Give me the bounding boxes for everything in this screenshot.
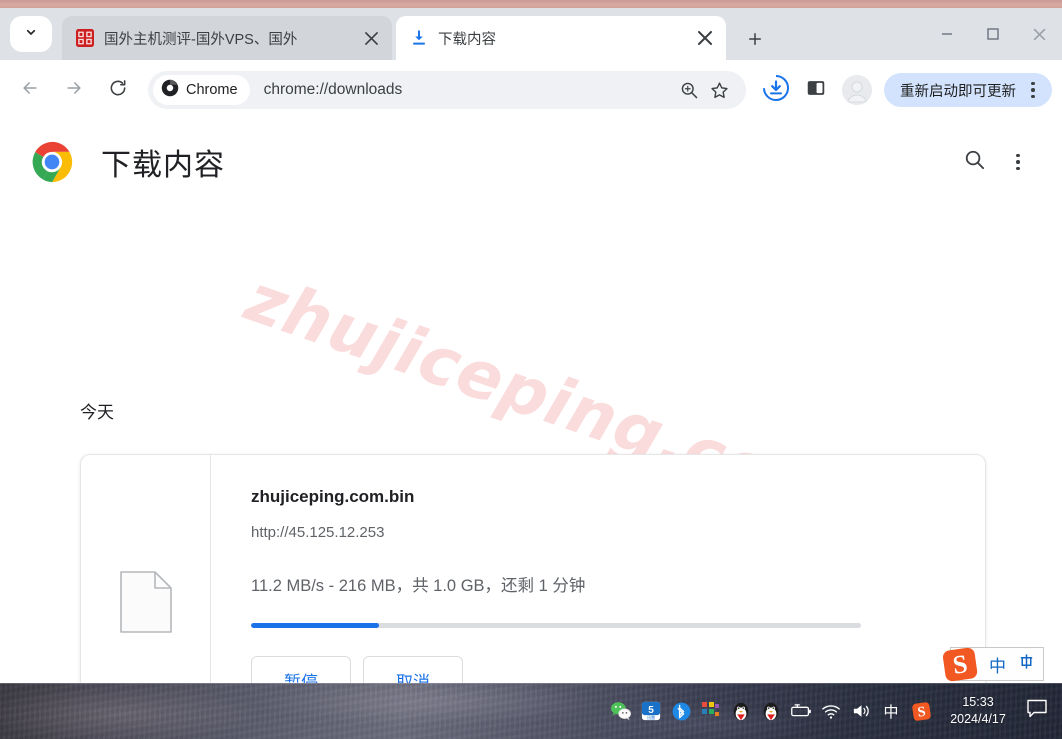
taskbar: 5 迅雷 中 S 15:33 2024/4/17 xyxy=(0,683,1062,739)
ime-mode-chinese[interactable]: 中 xyxy=(989,652,1006,677)
qq-icon[interactable] xyxy=(756,683,786,739)
zoom-in-icon[interactable] xyxy=(674,75,704,105)
colorful-app-icon[interactable] xyxy=(696,683,726,739)
downloads-menu-button[interactable] xyxy=(996,140,1040,184)
wifi-icon[interactable] xyxy=(816,683,846,739)
ime-chinese-icon[interactable]: 中 xyxy=(876,683,906,739)
tab-title: 下载内容 xyxy=(438,31,496,48)
address-bar[interactable]: Chrome chrome://downloads xyxy=(148,71,746,109)
forward-arrow-icon xyxy=(64,78,84,103)
url-text: chrome://downloads xyxy=(263,81,403,98)
pause-button[interactable]: 暂停 xyxy=(251,656,351,683)
reload-button[interactable] xyxy=(98,70,138,110)
sogou-icon[interactable]: S xyxy=(906,683,936,739)
thunder-download-icon[interactable]: 5 迅雷 xyxy=(636,683,666,739)
svg-text:迅雷: 迅雷 xyxy=(647,714,655,720)
screen: 国外主机测评-国外VPS、国外 下载内容 Chrome chrome://dow… xyxy=(0,0,1062,739)
maximize-button[interactable] xyxy=(970,8,1016,60)
clock-time: 15:33 xyxy=(962,695,994,710)
download-progress-bar xyxy=(251,623,861,628)
battery-icon[interactable] xyxy=(786,683,816,739)
file-document-icon xyxy=(119,570,172,638)
star-icon[interactable] xyxy=(704,75,734,105)
chrome-logo-icon xyxy=(161,79,179,102)
download-file-icon-column xyxy=(81,455,211,683)
wechat-icon[interactable] xyxy=(606,683,636,739)
sogou-ime-logo-icon[interactable]: S xyxy=(939,645,981,685)
tab-close-button[interactable] xyxy=(692,25,718,51)
volume-icon[interactable] xyxy=(846,683,876,739)
tab-site[interactable]: 国外主机测评-国外VPS、国外 xyxy=(62,16,392,60)
chrome-chip[interactable]: Chrome xyxy=(153,75,250,105)
ime-floating-bar[interactable]: S 中 xyxy=(942,647,1044,682)
chrome-logo xyxy=(30,140,74,184)
ime-toolbox-icon[interactable] xyxy=(1018,653,1035,675)
page-title: 下载内容 xyxy=(101,149,225,182)
download-filename: zhujiceping.com.bin xyxy=(251,487,415,506)
section-label-today: 今天 xyxy=(80,403,114,422)
new-tab-button[interactable] xyxy=(738,24,772,58)
clock-date: 2024/4/17 xyxy=(950,712,1006,726)
tab-strip: 国外主机测评-国外VPS、国外 下载内容 xyxy=(0,8,1062,60)
downloads-button[interactable] xyxy=(758,72,794,108)
browser-toolbar: Chrome chrome://downloads 重新启动即可更新 xyxy=(0,60,1062,120)
cancel-button[interactable]: 取消 xyxy=(363,656,463,683)
taskbar-clock[interactable]: 15:33 2024/4/17 xyxy=(936,694,1020,728)
ime-chinese-label: 中 xyxy=(883,703,899,721)
downloads-header: 下载内容 xyxy=(0,120,1062,204)
side-panel-icon xyxy=(805,77,827,104)
download-details: zhujiceping.com.bin http://45.125.12.253… xyxy=(211,455,985,683)
back-button[interactable] xyxy=(10,70,50,110)
system-tray: 5 迅雷 中 S 15:33 2024/4/17 xyxy=(606,683,1054,739)
plus-icon xyxy=(746,30,764,53)
bluetooth-icon[interactable] xyxy=(666,683,696,739)
chrome-chip-label: Chrome xyxy=(186,82,238,98)
three-dot-menu-icon xyxy=(1005,147,1031,177)
reload-icon xyxy=(108,78,128,103)
tab-downloads[interactable]: 下载内容 xyxy=(396,16,726,60)
download-status-text: 11.2 MB/s - 216 MB，共 1.0 GB，还剩 1 分钟 xyxy=(251,577,586,595)
downloads-page: 下载内容 zhujiceping.com 今天 zhujiceping.com.… xyxy=(0,120,1062,683)
three-dot-menu-icon[interactable] xyxy=(1020,75,1046,105)
minimize-button[interactable] xyxy=(924,8,970,60)
search-button[interactable] xyxy=(952,140,996,184)
download-icon xyxy=(410,29,428,47)
download-source-url[interactable]: http://45.125.12.253 xyxy=(251,524,957,541)
tab-close-button[interactable] xyxy=(358,25,384,51)
chrome-window: 国外主机测评-国外VPS、国外 下载内容 Chrome chrome://dow… xyxy=(0,8,1062,683)
avatar-icon xyxy=(842,75,872,105)
svg-text:5: 5 xyxy=(648,705,654,716)
downloads-progress-icon xyxy=(762,74,790,107)
download-progress-fill xyxy=(251,623,380,628)
tab-title: 国外主机测评-国外VPS、国外 xyxy=(104,31,298,48)
site-favicon-icon xyxy=(76,29,94,47)
window-controls xyxy=(924,8,1062,60)
notification-button[interactable] xyxy=(1020,683,1054,739)
qq-icon[interactable] xyxy=(726,683,756,739)
search-icon xyxy=(963,148,986,176)
update-button[interactable]: 重新启动即可更新 xyxy=(884,73,1052,107)
side-panel-button[interactable] xyxy=(798,72,834,108)
close-button[interactable] xyxy=(1016,8,1062,60)
forward-button[interactable] xyxy=(54,70,94,110)
chevron-down-icon xyxy=(23,24,39,45)
download-item-card[interactable]: zhujiceping.com.bin http://45.125.12.253… xyxy=(80,454,986,683)
update-label: 重新启动即可更新 xyxy=(900,83,1016,100)
notification-icon xyxy=(1026,698,1048,725)
avatar[interactable] xyxy=(842,75,872,105)
desktop-background-strip xyxy=(0,0,1062,8)
download-actions: 暂停 取消 xyxy=(251,656,957,683)
back-arrow-icon xyxy=(20,78,40,103)
tab-search-button[interactable] xyxy=(10,16,52,52)
